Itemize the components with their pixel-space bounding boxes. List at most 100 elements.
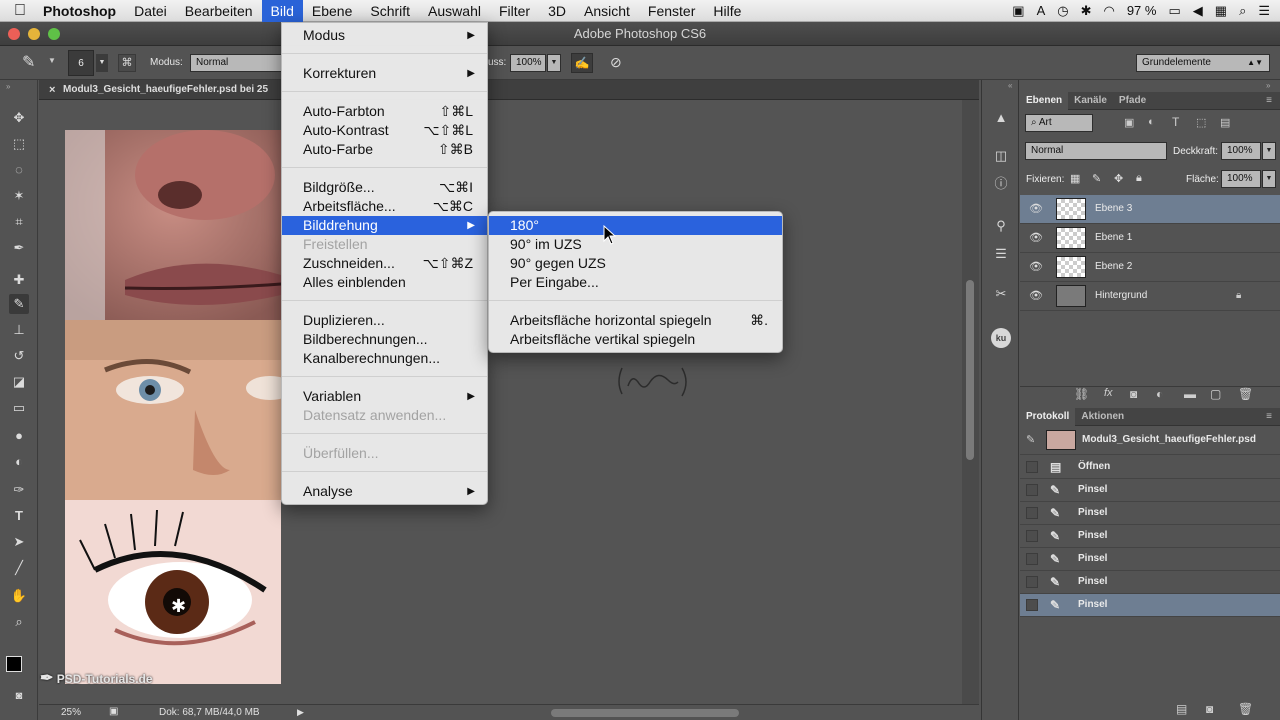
new-group-icon[interactable]: ▬ xyxy=(1184,387,1196,401)
filter-shape-icon[interactable]: ⬚ xyxy=(1196,116,1206,129)
info-icon[interactable]: ⓘ xyxy=(991,174,1011,194)
menu-datei[interactable]: Datei xyxy=(125,0,176,22)
bluetooth-icon[interactable]: ✱ xyxy=(1081,3,1092,19)
history-snapshot[interactable]: ✎ Modul3_Gesicht_haeufigeFehler.psd xyxy=(1020,427,1280,455)
adobe-icon[interactable]: A xyxy=(1037,3,1046,18)
workspace-select[interactable]: Grundelemente ▲▼ xyxy=(1136,54,1270,72)
clone-stamp-tool-icon[interactable]: ⊥ xyxy=(9,320,29,340)
keyboard-icon[interactable]: ▦ xyxy=(1215,3,1227,19)
notifications-icon[interactable]: ☰ xyxy=(1258,3,1270,19)
history-step-checkbox[interactable] xyxy=(1026,576,1038,588)
expand-dock-icon[interactable]: « xyxy=(1008,81,1012,90)
vertical-scrollbar[interactable] xyxy=(962,100,979,704)
lock-transparency-icon[interactable]: ▦ xyxy=(1070,172,1080,185)
delete-layer-icon[interactable]: 🗑︎ xyxy=(1238,387,1253,401)
visibility-eye-icon[interactable]: 👁︎ xyxy=(1028,195,1044,223)
new-snapshot-icon[interactable]: ◙ xyxy=(1206,702,1213,716)
history-panel-menu-icon[interactable]: ≡ xyxy=(1260,408,1278,426)
menu-item-bilddrehung[interactable]: Bilddrehung ▶ xyxy=(282,216,487,235)
menu-item-modus[interactable]: Modus ▶ xyxy=(282,26,487,45)
document-tab[interactable]: × Modul3_Gesicht_haeufigeFehler.psd bei … xyxy=(39,80,979,100)
layer-style-icon[interactable]: fx xyxy=(1104,387,1113,399)
image-canvas[interactable]: ✱ xyxy=(65,130,281,684)
tab-kanaele[interactable]: Kanäle xyxy=(1068,92,1113,110)
blend-mode-select[interactable]: Normal xyxy=(1025,142,1167,160)
type-tool-icon[interactable]: T xyxy=(9,506,29,526)
tab-protokoll[interactable]: Protokoll xyxy=(1020,408,1076,426)
healing-brush-tool-icon[interactable]: ✚ xyxy=(9,270,29,290)
hand-tool-icon[interactable]: ✋ xyxy=(9,586,29,606)
menu-schrift[interactable]: Schrift xyxy=(361,0,419,22)
zoom-level[interactable]: 25% xyxy=(61,707,81,718)
opacity-input[interactable]: 100% xyxy=(1221,142,1261,160)
tab-ebenen[interactable]: Ebenen xyxy=(1020,92,1069,110)
menu-item-alles-einblenden[interactable]: Alles einblenden xyxy=(282,273,487,292)
magic-wand-tool-icon[interactable]: ✶ xyxy=(9,186,29,206)
brush-presets-icon[interactable]: ⚲ xyxy=(991,216,1011,236)
dodge-tool-icon[interactable]: ◐ xyxy=(9,452,29,472)
brush-picker-chevron-icon[interactable]: ▼ xyxy=(96,54,108,72)
menu-item-duplizieren[interactable]: Duplizieren... xyxy=(282,311,487,330)
adjustments-icon[interactable]: ☰ xyxy=(991,244,1011,264)
menu-hilfe[interactable]: Hilfe xyxy=(704,0,750,22)
close-document-icon[interactable]: × xyxy=(49,80,55,100)
path-selection-tool-icon[interactable]: ➤ xyxy=(9,532,29,552)
layer-row-ebene-2[interactable]: 👁︎ Ebene 2 xyxy=(1020,253,1280,282)
history-step[interactable]: ✎ Pinsel xyxy=(1020,502,1280,525)
eyedropper-tool-icon[interactable]: ✒ xyxy=(9,238,29,258)
collapse-panels-icon[interactable]: » xyxy=(1266,81,1270,90)
menu-item-arbeitsflaeche[interactable]: Arbeitsfläche... ⌥⌘C xyxy=(282,197,487,216)
gradient-tool-icon[interactable]: ▭ xyxy=(9,398,29,418)
brush-panel-toggle-icon[interactable]: ⌘ xyxy=(118,54,136,72)
menu-item-auto-kontrast[interactable]: Auto-Kontrast ⌥⇧⌘L xyxy=(282,121,487,140)
menu-3d[interactable]: 3D xyxy=(539,0,575,22)
status-menu-arrow-icon[interactable]: ▶ xyxy=(297,707,304,718)
delete-state-icon[interactable]: 🗑︎ xyxy=(1238,702,1253,716)
history-step-checkbox[interactable] xyxy=(1026,507,1038,519)
history-brush-tool-icon[interactable]: ↺ xyxy=(9,346,29,366)
link-layers-icon[interactable]: ⛓ xyxy=(1074,387,1089,401)
new-layer-icon[interactable]: ▢ xyxy=(1210,387,1221,401)
histogram-icon[interactable]: ▲ xyxy=(991,108,1011,128)
tab-pfade[interactable]: Pfade xyxy=(1113,92,1152,110)
menu-item-per-eingabe[interactable]: Per Eingabe... xyxy=(489,273,782,292)
mode-select[interactable]: Normal xyxy=(190,54,282,72)
layer-row-ebene-3[interactable]: 👁︎ Ebene 3 xyxy=(1020,195,1280,224)
history-step-checkbox[interactable] xyxy=(1026,461,1038,473)
history-step[interactable]: ✎ Pinsel xyxy=(1020,548,1280,571)
filter-pixel-icon[interactable]: ▣ xyxy=(1124,116,1134,129)
history-step-current[interactable]: ✎ Pinsel xyxy=(1020,594,1280,617)
menu-item-90-uzs[interactable]: 90° im UZS xyxy=(489,235,782,254)
menu-bild[interactable]: Bild xyxy=(261,0,303,22)
menu-ansicht[interactable]: Ansicht xyxy=(575,0,639,22)
visibility-eye-icon[interactable]: 👁︎ xyxy=(1028,282,1044,310)
menu-item-variablen[interactable]: Variablen ▶ xyxy=(282,387,487,406)
volume-icon[interactable]: ◀ xyxy=(1193,3,1203,19)
camera-icon[interactable]: ▣ xyxy=(1012,3,1024,19)
tool-presets-icon[interactable]: ✂ xyxy=(991,284,1011,304)
vertical-scroll-thumb[interactable] xyxy=(966,280,974,460)
line-tool-icon[interactable]: ╱ xyxy=(9,558,29,578)
lasso-tool-icon[interactable]: ◌ xyxy=(9,160,29,180)
visibility-eye-icon[interactable]: 👁︎ xyxy=(1028,253,1044,281)
airbrush-icon[interactable]: ✍ xyxy=(571,53,593,73)
blur-tool-icon[interactable]: ● xyxy=(9,426,29,446)
status-preview-icon[interactable]: ▣ xyxy=(109,706,118,717)
menu-item-horizontal-spiegeln[interactable]: Arbeitsfläche horizontal spiegeln ⌘. xyxy=(489,311,782,330)
pen-tool-icon[interactable]: ✑ xyxy=(9,480,29,500)
history-brush-source-icon[interactable]: ✎ xyxy=(1026,433,1035,446)
menu-item-90-gegen-uzs[interactable]: 90° gegen UZS xyxy=(489,254,782,273)
marquee-tool-icon[interactable]: ⬚ xyxy=(9,134,29,154)
history-step[interactable]: ✎ Pinsel xyxy=(1020,479,1280,502)
eraser-tool-icon[interactable]: ◪ xyxy=(9,372,29,392)
menu-item-vertikal-spiegeln[interactable]: Arbeitsfläche vertikal spiegeln xyxy=(489,330,782,349)
menu-item-zuschneiden[interactable]: Zuschneiden... ⌥⇧⌘Z xyxy=(282,254,487,273)
minimize-window-icon[interactable] xyxy=(28,28,40,40)
foreground-color-swatch[interactable] xyxy=(6,656,22,672)
spotlight-search-icon[interactable]: ⌕ xyxy=(1239,3,1246,19)
navigator-icon[interactable]: ◫ xyxy=(991,146,1011,166)
history-step-checkbox[interactable] xyxy=(1026,553,1038,565)
menu-item-auto-farbton[interactable]: Auto-Farbton ⇧⌘L xyxy=(282,102,487,121)
history-step[interactable]: ✎ Pinsel xyxy=(1020,525,1280,548)
menu-item-kanalberechnungen[interactable]: Kanalberechnungen... xyxy=(282,349,487,368)
